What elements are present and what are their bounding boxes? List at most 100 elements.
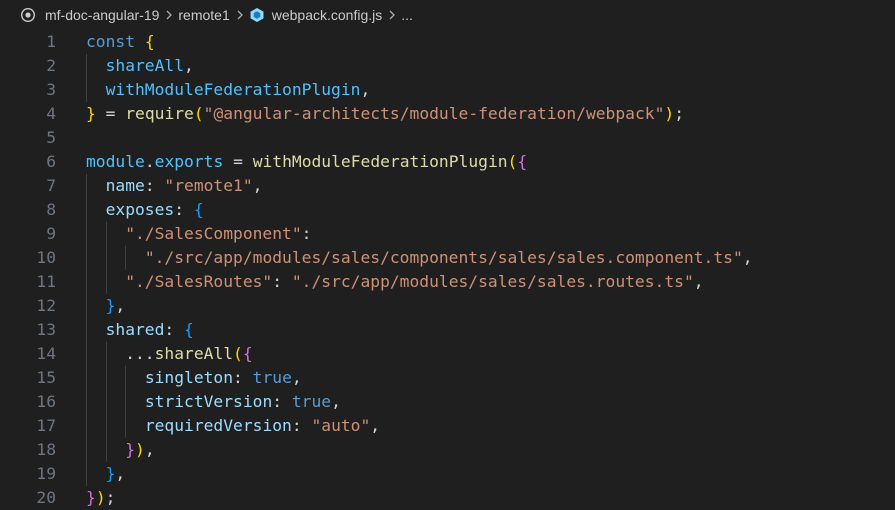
code-token: {: [517, 152, 528, 171]
code-token: :: [272, 392, 292, 411]
code-token: .: [144, 152, 155, 171]
code-line[interactable]: 14 ...shareAll({: [0, 342, 895, 366]
code-token: :: [233, 368, 253, 387]
code-token: }: [105, 296, 116, 315]
indent-guide: [86, 222, 87, 246]
line-number: 7: [46, 176, 56, 195]
indent-guide: [105, 246, 107, 270]
code-token: ,: [184, 56, 194, 75]
breadcrumb-label-folder: remote1: [178, 7, 230, 23]
code-editor[interactable]: 1 const {2 shareAll, 3 withModuleFederationP…: [0, 30, 895, 510]
code-token: {: [184, 320, 194, 339]
code-token: "./SalesRoutes": [125, 272, 273, 291]
code-line[interactable]: 15 singleton: true,: [0, 366, 895, 390]
line-number: 17: [36, 416, 56, 435]
code-line[interactable]: 4} = require("@angular-architects/module…: [0, 102, 895, 126]
code-token: =: [95, 104, 126, 123]
code-line[interactable]: 8 exposes: {: [0, 198, 895, 222]
code-token: (: [233, 344, 243, 363]
code-line[interactable]: 13 shared: {: [0, 318, 895, 342]
line-number: 15: [36, 368, 56, 387]
code-line[interactable]: 6 module.exports = withModuleFederationPl…: [0, 150, 895, 174]
code-token: ,: [742, 248, 753, 267]
code-text: name: "remote1",: [106, 174, 263, 198]
code-text: "./SalesRoutes": "./src/app/modules/sale…: [125, 270, 703, 294]
code-token: "./src/app/modules/sales/components/sale…: [144, 248, 743, 267]
line-number: 19: [36, 464, 56, 483]
code-token: strictVersion: [144, 392, 273, 411]
indent-guide: [86, 318, 87, 342]
breadcrumb-item-more[interactable]: ...: [401, 7, 413, 23]
code-token: ,: [291, 368, 302, 387]
code-token: {: [242, 344, 253, 363]
code-text: ...shareAll({: [125, 342, 252, 366]
code-token: withModuleFederationPlugin: [105, 80, 361, 99]
code-token: ,: [360, 80, 371, 99]
code-text: strictVersion: true,: [145, 390, 341, 414]
code-token: exports: [154, 152, 224, 171]
code-token: ,: [370, 416, 381, 435]
chevron-right-icon: [164, 9, 174, 21]
breadcrumb-item-repo[interactable]: mf-doc-angular-19: [20, 7, 159, 23]
chevron-right-icon: [235, 9, 245, 21]
code-text: exposes: {: [106, 198, 204, 222]
code-line[interactable]: 11 "./SalesRoutes": "./src/app/modules/sa…: [0, 270, 895, 294]
indent-guide: [125, 414, 127, 438]
code-line[interactable]: 5: [0, 126, 895, 150]
code-line[interactable]: 19},: [0, 462, 895, 486]
code-line[interactable]: 16 strictVersion: true,: [0, 390, 895, 414]
code-line[interactable]: 10 "./src/app/modules/sales/components/sa…: [0, 246, 895, 270]
indent-guide: [105, 390, 107, 414]
code-token: ,: [693, 272, 704, 291]
code-token: :: [144, 176, 165, 195]
code-token: const: [86, 32, 136, 51]
code-token: :: [291, 416, 312, 435]
code-token: shareAll: [105, 56, 185, 75]
code-token: :: [301, 224, 312, 243]
code-token: ;: [674, 104, 684, 123]
line-number: 10: [36, 248, 56, 267]
indent-guide: [86, 174, 87, 198]
code-text: });: [86, 486, 115, 510]
code-line[interactable]: 2 shareAll,: [0, 54, 895, 78]
code-token: =: [223, 152, 253, 171]
code-line[interactable]: 20});: [0, 486, 895, 510]
code-line[interactable]: 17 requiredVersion: "auto",: [0, 414, 895, 438]
indent-guide: [86, 390, 87, 414]
code-token: ): [135, 440, 145, 459]
code-token: ,: [115, 464, 126, 483]
code-line[interactable]: 1 const {: [0, 30, 895, 54]
code-line[interactable]: 7 name: "remote1",: [0, 174, 895, 198]
code-token: ...: [125, 344, 155, 363]
breadcrumb-item-file[interactable]: webpack.config.js: [249, 7, 382, 23]
code-text: },: [106, 294, 126, 318]
code-token: }: [125, 440, 136, 459]
indent-guide: [105, 222, 107, 246]
code-token: module: [86, 152, 145, 171]
indent-guide: [86, 198, 87, 222]
line-number: 16: [36, 392, 56, 411]
code-line[interactable]: 18}),: [0, 438, 895, 462]
code-token: ,: [144, 440, 155, 459]
line-number: 13: [36, 320, 56, 339]
indent-guide: [105, 342, 107, 366]
code-token: }: [105, 464, 116, 483]
indent-guide: [86, 462, 87, 486]
code-line[interactable]: 12},: [0, 294, 895, 318]
line-number: 14: [36, 344, 56, 363]
code-token: ): [664, 104, 675, 123]
breadcrumb-item-folder[interactable]: remote1: [178, 7, 229, 23]
code-text: requiredVersion: "auto",: [145, 414, 380, 438]
webpack-icon: [249, 7, 265, 23]
code-line[interactable]: 3 withModuleFederationPlugin,: [0, 78, 895, 102]
indent-guide: [125, 366, 127, 390]
code-text: }),: [125, 438, 154, 462]
line-number: 5: [46, 128, 56, 147]
code-token: "remote1": [164, 176, 253, 195]
code-text: withModuleFederationPlugin,: [106, 78, 371, 102]
indent-guide: [86, 342, 87, 366]
code-token: }: [86, 488, 96, 507]
code-line[interactable]: 9 "./SalesComponent":: [0, 222, 895, 246]
code-token: }: [86, 104, 96, 123]
indent-guide: [86, 246, 87, 270]
